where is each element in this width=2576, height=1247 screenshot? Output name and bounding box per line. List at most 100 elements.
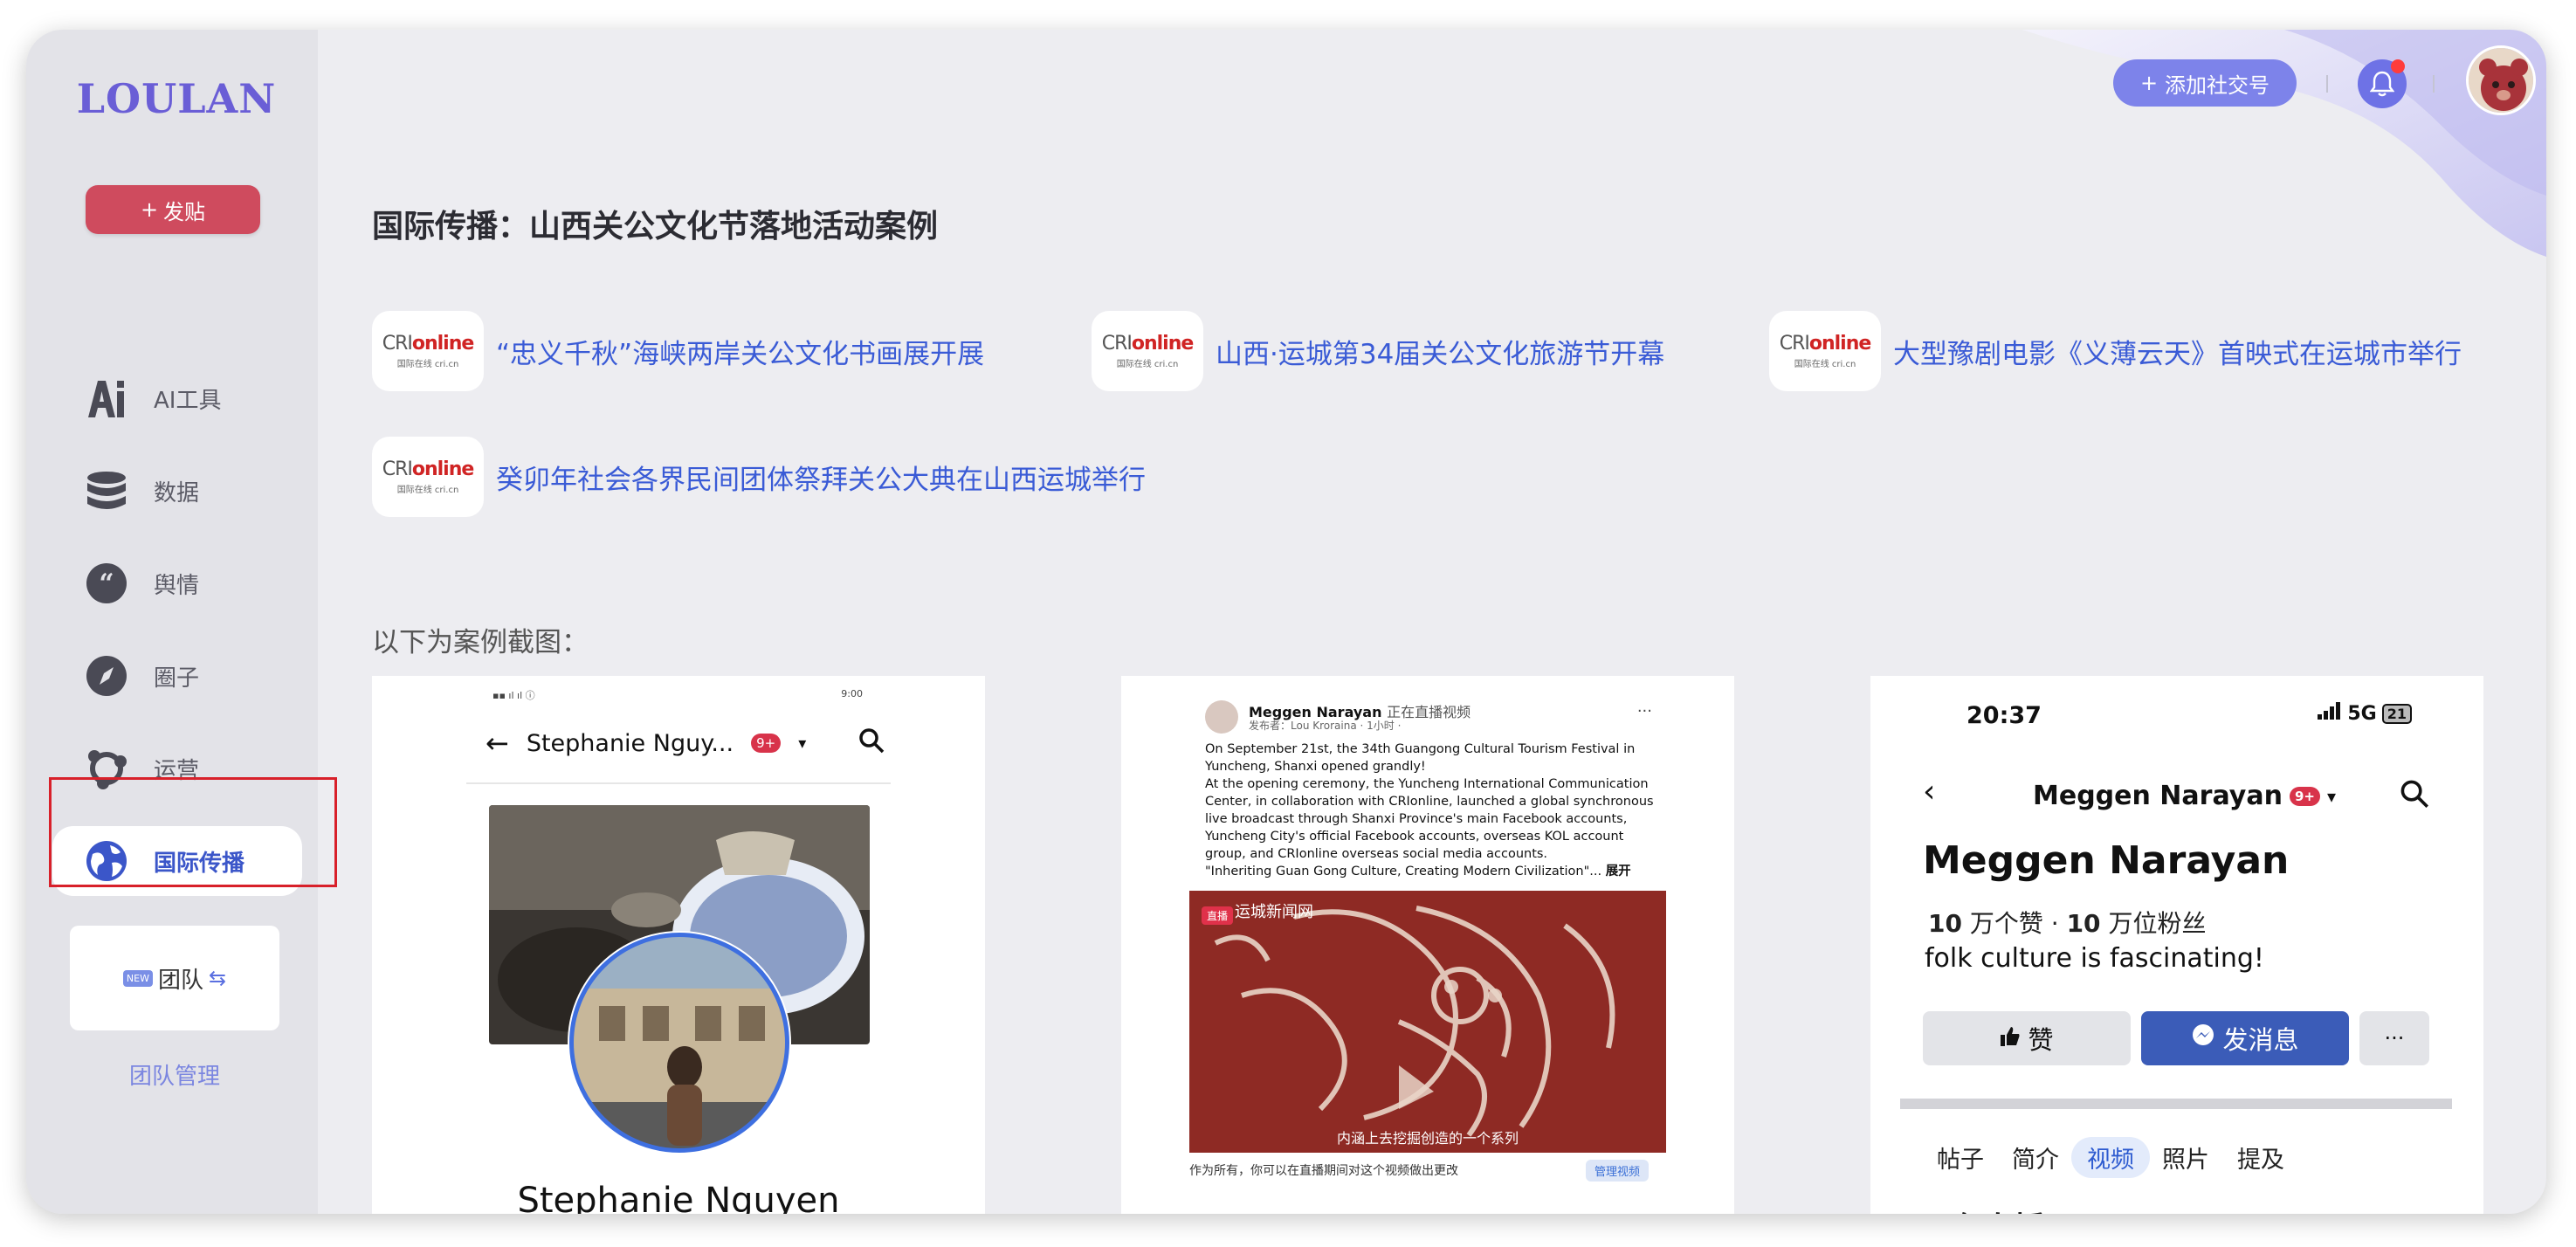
database-icon	[86, 470, 127, 512]
news-link-text[interactable]: “忠义千秋”海峡两岸关公文化书画展开展	[496, 332, 984, 371]
post-text: On September 21st, the 34th Guangong Cul…	[1205, 742, 1654, 878]
divider	[2326, 75, 2328, 93]
search-icon	[2400, 779, 2429, 812]
live-tag: 直播	[1202, 906, 1234, 925]
logo-text: CRI	[1101, 333, 1133, 355]
tab-videos: 视频	[2071, 1137, 2150, 1178]
user-avatar[interactable]	[2466, 45, 2536, 115]
live-heading: 正在直播	[1919, 1203, 2045, 1214]
logo-text: online	[411, 333, 474, 355]
tab-about: 简介	[2012, 1147, 2059, 1174]
profile-name: Stephanie Nguyen	[517, 1181, 840, 1214]
followers-count: 10	[2066, 909, 2101, 938]
sidebar-item-label: AI工具	[154, 387, 222, 414]
logo-text: online	[411, 458, 474, 480]
message-label: 发消息	[2222, 1025, 2299, 1055]
brand-logo[interactable]: LOULAN	[72, 75, 281, 122]
sidebar-item-label: 舆情	[154, 572, 200, 599]
news-link-text[interactable]: 大型豫剧电影《义薄云天》首映式在运城市举行	[1893, 332, 2462, 371]
page-title: 国际传播：山西关公文化节落地活动案例	[372, 209, 939, 245]
sidebar: LOULAN + 发贴 AI工具 数据 “ 舆情 圈子 运营 国际传播 NEW …	[26, 30, 318, 1214]
tab-mentions: 提及	[2237, 1147, 2284, 1174]
logo-text: online	[1131, 333, 1194, 355]
back-chevron-icon: ‹	[1923, 774, 1936, 810]
profile-header: Meggen Narayan 9+ ▾	[2033, 781, 2336, 811]
app-window: LOULAN + 发贴 AI工具 数据 “ 舆情 圈子 运营 国际传播 NEW …	[26, 30, 2546, 1214]
notification-badge: 9+	[751, 734, 782, 753]
team-manage-link[interactable]: 团队管理	[70, 1058, 279, 1091]
logo-text: CRI	[382, 333, 413, 355]
news-link[interactable]: CRIonline 国际在线 cri.cn 癸卯年社会各界民间团体祭拜关公大典在…	[372, 437, 1146, 517]
add-social-account-button[interactable]: + 添加社交号	[2113, 59, 2297, 107]
sidebar-item-data[interactable]: 数据	[52, 456, 302, 526]
post-meta: 发布者：Lou Kroraina · 1小时 ·	[1249, 720, 1402, 732]
likes-count: 10	[1928, 909, 1962, 938]
profile-tabs: 帖子 简介 视频 照片 提及	[1937, 1137, 2284, 1178]
highlight-annotation	[49, 777, 337, 887]
battery-icon: 21	[2381, 703, 2412, 724]
more-icon: ···	[1636, 702, 1652, 720]
more-options-button: ···	[2359, 1011, 2429, 1065]
video-caption: 内涵上去挖掘创造的一个系列	[1336, 1130, 1519, 1147]
profile-bio: folk culture is fascinating!	[1925, 943, 2264, 974]
followers-label: 万位粉丝	[2108, 909, 2207, 938]
divider	[466, 782, 891, 784]
signal-icon	[2318, 702, 2342, 725]
plus-icon: +	[140, 197, 159, 222]
sidebar-item-label: 圈子	[154, 665, 200, 692]
news-link[interactable]: CRIonline 国际在线 cri.cn 山西·运城第34届关公文化旅游节开幕	[1092, 311, 1664, 391]
caret-down-icon: ▾	[798, 734, 807, 753]
expand-link: 展开	[1605, 865, 1631, 878]
svg-text:“: “	[99, 568, 114, 599]
phone-status-icons: ▪▪ ıl ıl ⓘ	[492, 690, 535, 701]
profile-header-name: Stephanie Nguy...	[526, 729, 734, 757]
like-label: 赞	[2028, 1025, 2054, 1055]
phone-time: 20:37	[1966, 702, 2042, 729]
video-source: 运城新闻网	[1235, 903, 1313, 921]
notification-dot	[2391, 59, 2405, 73]
news-link-text[interactable]: 山西·运城第34届关公文化旅游节开幕	[1216, 332, 1664, 371]
ai-icon	[86, 377, 127, 419]
sidebar-item-label: 数据	[154, 479, 200, 506]
cri-online-logo: CRIonline 国际在线 cri.cn	[1769, 311, 1881, 391]
avatar-ring	[569, 933, 789, 1153]
quote-icon: “	[86, 562, 127, 604]
post-body: On September 21st, the 34th Guangong Cul…	[1205, 741, 1659, 880]
case-screenshot-3[interactable]: 20:37 5G 21 ‹ Meggen Narayan 9+ ▾ Meggen…	[1870, 676, 2483, 1214]
profile-name: Meggen Narayan	[1923, 838, 2290, 883]
news-link-text[interactable]: 癸卯年社会各界民间团体祭拜关公大典在山西运城举行	[496, 458, 1146, 497]
search-icon	[858, 727, 885, 760]
sidebar-item-sentiment[interactable]: “ 舆情	[52, 548, 302, 618]
like-button: 赞	[1923, 1011, 2131, 1065]
logo-subtext: 国际在线 cri.cn	[1794, 360, 1856, 369]
messenger-icon	[2191, 1023, 2215, 1054]
case-screenshot-1[interactable]: ▪▪ ıl ıl ⓘ 9:00 ← Stephanie Nguy... 9+ ▾	[372, 676, 985, 1214]
post-button-label: 发贴	[163, 199, 206, 224]
team-label: 团队	[157, 967, 203, 994]
phone-status: 5G 21	[2318, 702, 2412, 725]
case-screenshot-2[interactable]: Meggen Narayan 正在直播视频 发布者：Lou Kroraina ·…	[1121, 676, 1734, 1214]
logo-subtext: 国际在线 cri.cn	[1116, 360, 1179, 369]
swap-icon: ⇆	[208, 966, 227, 990]
profile-header: ← Stephanie Nguy... 9+ ▾	[486, 727, 885, 760]
tab-photos: 照片	[2162, 1147, 2209, 1174]
notification-badge: 9+	[2289, 786, 2320, 806]
back-arrow-icon: ←	[486, 727, 509, 760]
plus-icon: +	[2139, 71, 2159, 95]
logo-text: online	[1808, 333, 1871, 355]
network-label: 5G	[2347, 702, 2377, 725]
phone-time: 9:00	[841, 688, 863, 699]
team-switcher[interactable]: NEW 团队 ⇆	[70, 926, 279, 1030]
cri-online-logo: CRIonline 国际在线 cri.cn	[372, 311, 484, 391]
sidebar-item-ai-tools[interactable]: AI工具	[52, 363, 302, 433]
sidebar-item-circles[interactable]: 圈子	[52, 641, 302, 711]
news-link[interactable]: CRIonline 国际在线 cri.cn 大型豫剧电影《义薄云天》首映式在运城…	[1769, 311, 2462, 391]
manage-video-button: 管理视频	[1585, 1160, 1649, 1182]
post-button[interactable]: + 发贴	[86, 185, 260, 234]
news-link[interactable]: CRIonline 国际在线 cri.cn “忠义千秋”海峡两岸关公文化书画展开…	[372, 311, 984, 391]
new-badge: NEW	[122, 969, 153, 987]
post-author-avatar	[1205, 700, 1238, 734]
message-button: 发消息	[2141, 1011, 2349, 1065]
logo-text: CRI	[1779, 333, 1810, 355]
profile-stats: 10 万个赞 · 10 万位粉丝	[1928, 905, 2206, 940]
